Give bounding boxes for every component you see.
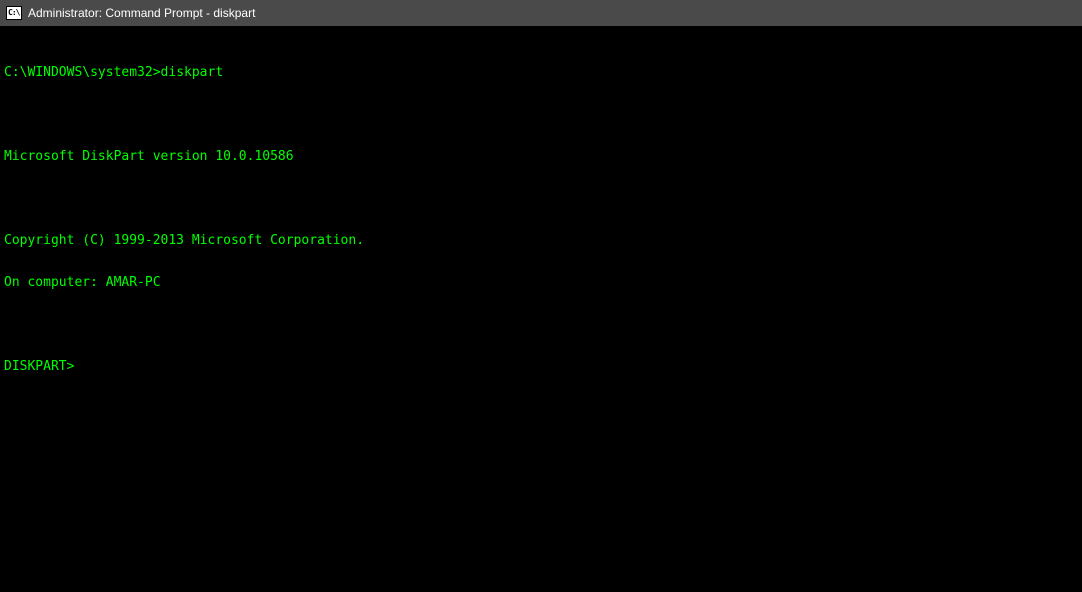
window-title: Administrator: Command Prompt - diskpart <box>28 6 255 20</box>
blank-line <box>4 192 1078 206</box>
blank-line <box>4 108 1078 122</box>
terminal-area[interactable]: C:\WINDOWS\system32>diskpart Microsoft D… <box>0 26 1082 392</box>
copyright-line: Copyright (C) 1999-2013 Microsoft Corpor… <box>4 234 1078 248</box>
cmd-icon-text: C:\ <box>8 9 19 17</box>
version-line: Microsoft DiskPart version 10.0.10586 <box>4 150 1078 164</box>
terminal-line: C:\WINDOWS\system32>diskpart <box>4 66 1078 80</box>
cmd-icon: C:\ <box>6 6 22 20</box>
entered-command: diskpart <box>161 65 224 80</box>
blank-line <box>4 318 1078 332</box>
window-titlebar[interactable]: C:\ Administrator: Command Prompt - disk… <box>0 0 1082 26</box>
computer-line: On computer: AMAR-PC <box>4 276 1078 290</box>
prompt-path: C:\WINDOWS\system32> <box>4 65 161 80</box>
diskpart-prompt: DISKPART> <box>4 360 1078 374</box>
